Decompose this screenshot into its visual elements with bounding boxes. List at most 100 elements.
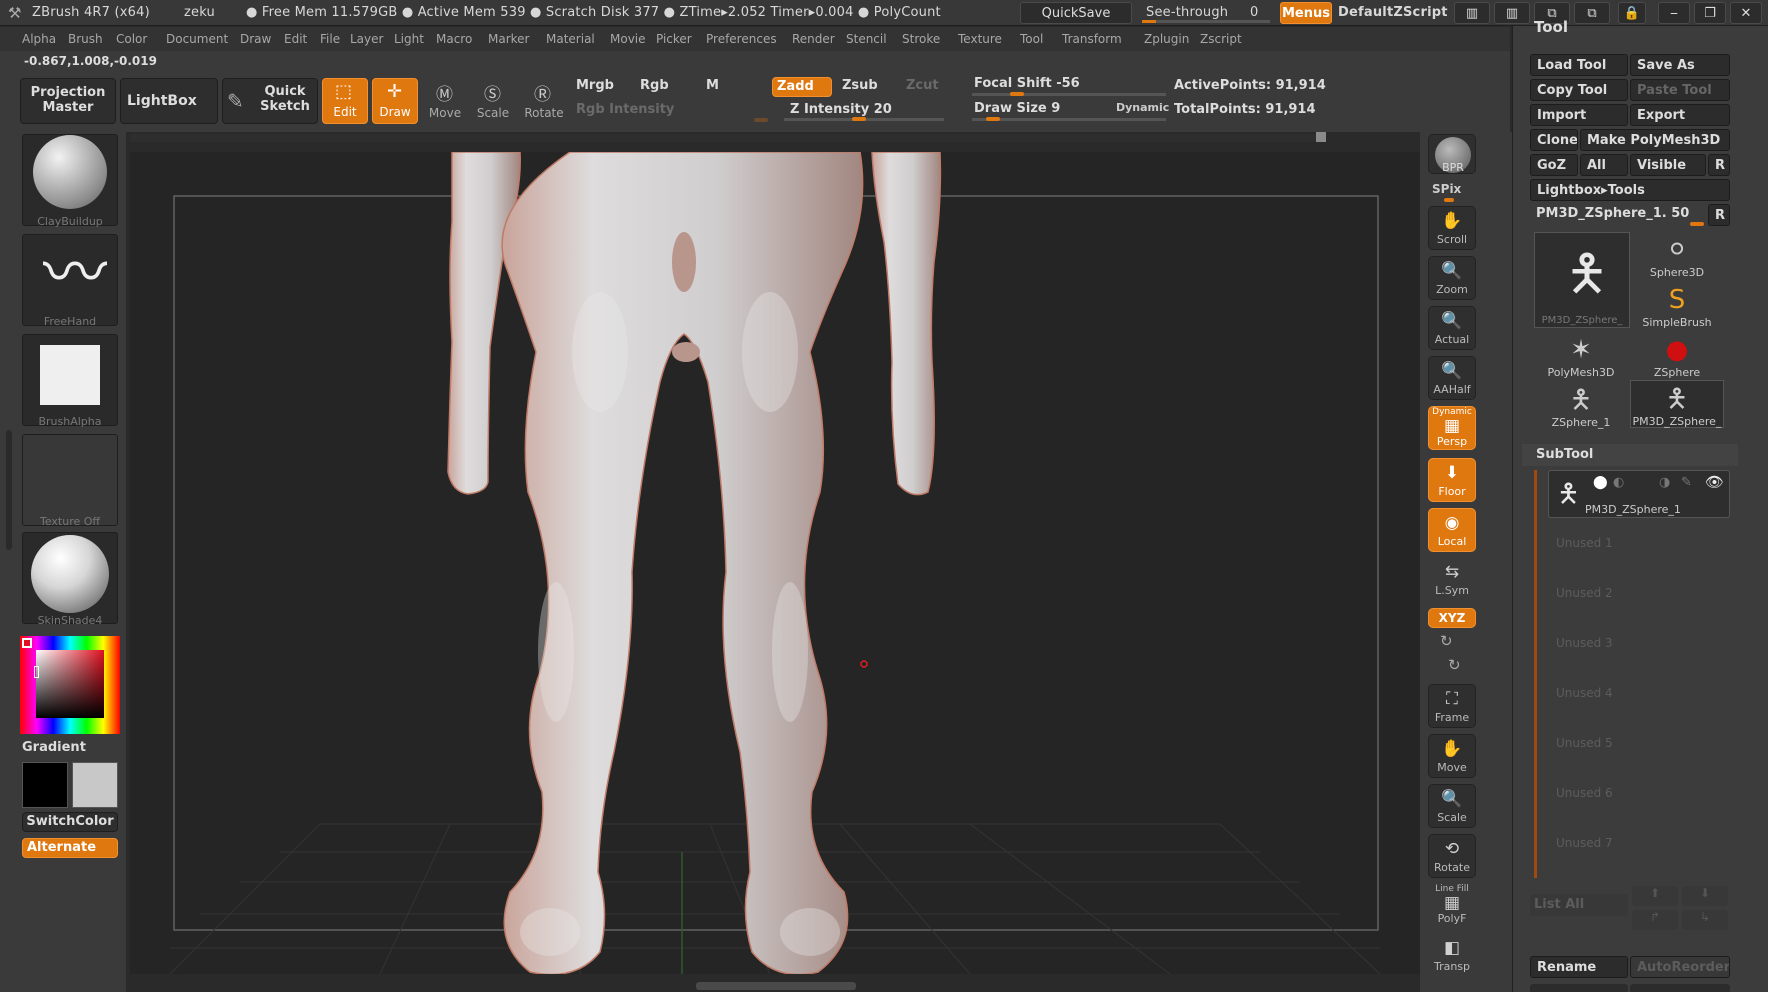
xyz-button[interactable]: XYZ xyxy=(1428,608,1476,628)
floor-button[interactable]: ⬇ Floor xyxy=(1428,458,1476,502)
menu-tool[interactable]: Tool xyxy=(1020,27,1043,51)
goz-button[interactable]: GoZ xyxy=(1530,154,1578,176)
material-selector[interactable] xyxy=(22,532,118,624)
draw-size-slider[interactable]: Draw Size 9 xyxy=(974,101,1060,116)
menu-transform[interactable]: Transform xyxy=(1062,27,1122,51)
lightbox-tools-button[interactable]: Lightbox▸Tools xyxy=(1530,179,1730,201)
tool-thumb-simplebrush[interactable]: S SimpleBrush xyxy=(1630,282,1724,330)
edit-mode-button[interactable]: ⬚ Edit xyxy=(322,78,368,124)
all-high-button[interactable] xyxy=(1630,984,1730,992)
frame-button[interactable]: ⛶ Frame xyxy=(1428,684,1476,728)
zsub-button[interactable]: Zsub xyxy=(842,78,878,93)
rgb-intensity-knob[interactable] xyxy=(754,118,768,122)
all-low-button[interactable] xyxy=(1530,984,1628,992)
menu-stroke[interactable]: Stroke xyxy=(902,27,940,51)
brush-toggle-icon[interactable]: ✎ xyxy=(1681,475,1692,490)
bottom-tray-handle[interactable] xyxy=(696,982,856,990)
tool-thumb-zsphere1[interactable]: 🯅 ZSphere_1 xyxy=(1534,382,1628,430)
maximize-icon[interactable]: ❐ xyxy=(1694,2,1726,24)
secondary-color-gray[interactable] xyxy=(72,762,118,808)
current-tool-slider[interactable]: PM3D_ZSphere_1. 50 xyxy=(1536,206,1689,221)
move-view-button[interactable]: ✋ Move xyxy=(1428,734,1476,778)
draw-size-knob[interactable] xyxy=(986,117,1000,121)
color-picker[interactable] xyxy=(20,636,120,734)
scroll-button[interactable]: ✋ Scroll xyxy=(1428,206,1476,250)
menus-toggle[interactable]: Menus xyxy=(1280,2,1332,24)
projection-master-button[interactable]: Projection Master xyxy=(20,78,116,124)
tool-thumb-sphere3d[interactable]: ⚪ Sphere3D xyxy=(1630,232,1724,280)
rgb-button[interactable]: Rgb xyxy=(640,78,669,93)
brush-selector[interactable] xyxy=(22,134,118,226)
copy-tool-button[interactable]: Copy Tool xyxy=(1530,79,1628,101)
scale-view-button[interactable]: 🔍 Scale xyxy=(1428,784,1476,828)
move-up-arrow-icon[interactable]: ⬆ xyxy=(1632,886,1678,906)
rotate-view-button[interactable]: ⟲ Rotate xyxy=(1428,834,1476,878)
local-button[interactable]: ◉ Local xyxy=(1428,508,1476,552)
menu-zscript[interactable]: Zscript xyxy=(1200,27,1242,51)
main-color-black[interactable] xyxy=(22,762,68,808)
close-icon[interactable]: ✕ xyxy=(1730,2,1762,24)
default-zscript[interactable]: DefaultZScript xyxy=(1338,0,1448,26)
spix-knob[interactable] xyxy=(1444,198,1454,202)
menu-layer[interactable]: Layer xyxy=(350,27,383,51)
current-tool-knob[interactable] xyxy=(1690,222,1704,226)
rotate-y-icon[interactable]: ↻ xyxy=(1440,632,1453,650)
lightbox-button[interactable]: LightBox xyxy=(120,78,218,124)
switch-color-button[interactable]: SwitchColor xyxy=(22,812,118,832)
lsym-button[interactable]: ⇆ L.Sym xyxy=(1428,558,1476,602)
horizontal-scrollbar[interactable] xyxy=(130,134,1324,142)
menu-material[interactable]: Material xyxy=(546,27,595,51)
material-toggle-icon[interactable]: ◐ xyxy=(1613,475,1624,490)
polyf-button[interactable]: Line Fill ▦ PolyF xyxy=(1428,884,1476,928)
focal-shift-slider[interactable]: Focal Shift -56 xyxy=(974,76,1080,91)
zcut-button[interactable]: Zcut xyxy=(906,78,939,93)
scrollbar-handle[interactable] xyxy=(1316,132,1326,142)
menu-marker[interactable]: Marker xyxy=(488,27,529,51)
rotate-z-icon[interactable]: ↻ xyxy=(1448,656,1461,674)
eye-visibility-icon[interactable]: 👁 xyxy=(1705,473,1724,491)
list-all-button[interactable]: List All xyxy=(1530,894,1628,916)
autoreorder-button[interactable]: AutoReorder xyxy=(1630,956,1730,978)
window-restore-icon[interactable]: ⧉ xyxy=(1574,2,1610,24)
zoom-button[interactable]: 🔍 Zoom xyxy=(1428,256,1476,300)
move-top-arrow-icon[interactable]: ↱ xyxy=(1632,910,1678,930)
lock-icon[interactable]: 🔒 xyxy=(1618,2,1646,24)
rgb-intensity-slider[interactable]: Rgb Intensity xyxy=(576,102,674,117)
load-tool-button[interactable]: Load Tool xyxy=(1530,54,1628,76)
layout-right-icon[interactable]: ▥ xyxy=(1494,2,1530,24)
draw-mode-button[interactable]: ✛ Draw xyxy=(372,78,418,124)
tool-thumb-pm3d-2[interactable]: 🯅 PM3D_ZSphere_ xyxy=(1630,380,1724,428)
see-through-slider[interactable] xyxy=(1142,20,1270,23)
gradient-label[interactable]: Gradient xyxy=(22,740,86,755)
menu-edit[interactable]: Edit xyxy=(284,27,307,51)
tool-thumb-zsphere[interactable]: ● ZSphere xyxy=(1630,332,1724,380)
move-mode-button[interactable]: Ⓜ Move xyxy=(422,80,468,124)
rename-button[interactable]: Rename xyxy=(1530,956,1628,978)
solo-toggle-icon[interactable]: ◑ xyxy=(1659,475,1670,490)
make-polymesh3d-button[interactable]: Make PolyMesh3D xyxy=(1580,129,1730,151)
rotate-mode-button[interactable]: Ⓡ Rotate xyxy=(520,80,568,124)
z-intensity-knob[interactable] xyxy=(852,117,866,121)
menu-draw[interactable]: Draw xyxy=(240,27,271,51)
polypaint-toggle-icon[interactable]: ⬤ xyxy=(1593,475,1608,490)
texture-selector[interactable] xyxy=(22,434,118,526)
alpha-selector[interactable] xyxy=(22,334,118,426)
color-saturation-square[interactable] xyxy=(36,650,104,718)
subtool-active-item[interactable]: 🯅 ⬤ ◐ ◑ ✎ 👁 PM3D_ZSphere_1 xyxy=(1548,470,1730,518)
transp-button[interactable]: ◧ Transp xyxy=(1428,934,1476,978)
focal-shift-track[interactable] xyxy=(972,93,1166,96)
menu-document[interactable]: Document xyxy=(166,27,228,51)
canvas-viewport[interactable] xyxy=(130,151,1420,976)
dynamic-toggle[interactable]: Dynamic xyxy=(1116,101,1169,114)
menu-texture[interactable]: Texture xyxy=(958,27,1002,51)
draw-size-track[interactable] xyxy=(972,118,1166,121)
scale-mode-button[interactable]: Ⓢ Scale xyxy=(470,80,516,124)
zadd-button[interactable]: Zadd xyxy=(772,77,832,97)
minimize-icon[interactable]: ⎯ xyxy=(1658,2,1690,24)
goz-all-button[interactable]: All xyxy=(1580,154,1628,176)
quick-sketch-button[interactable]: ✎ Quick Sketch xyxy=(222,78,318,124)
paste-tool-button[interactable]: Paste Tool xyxy=(1630,79,1730,101)
menu-light[interactable]: Light xyxy=(394,27,424,51)
menu-file[interactable]: File xyxy=(320,27,340,51)
menu-alpha[interactable]: Alpha xyxy=(22,27,56,51)
